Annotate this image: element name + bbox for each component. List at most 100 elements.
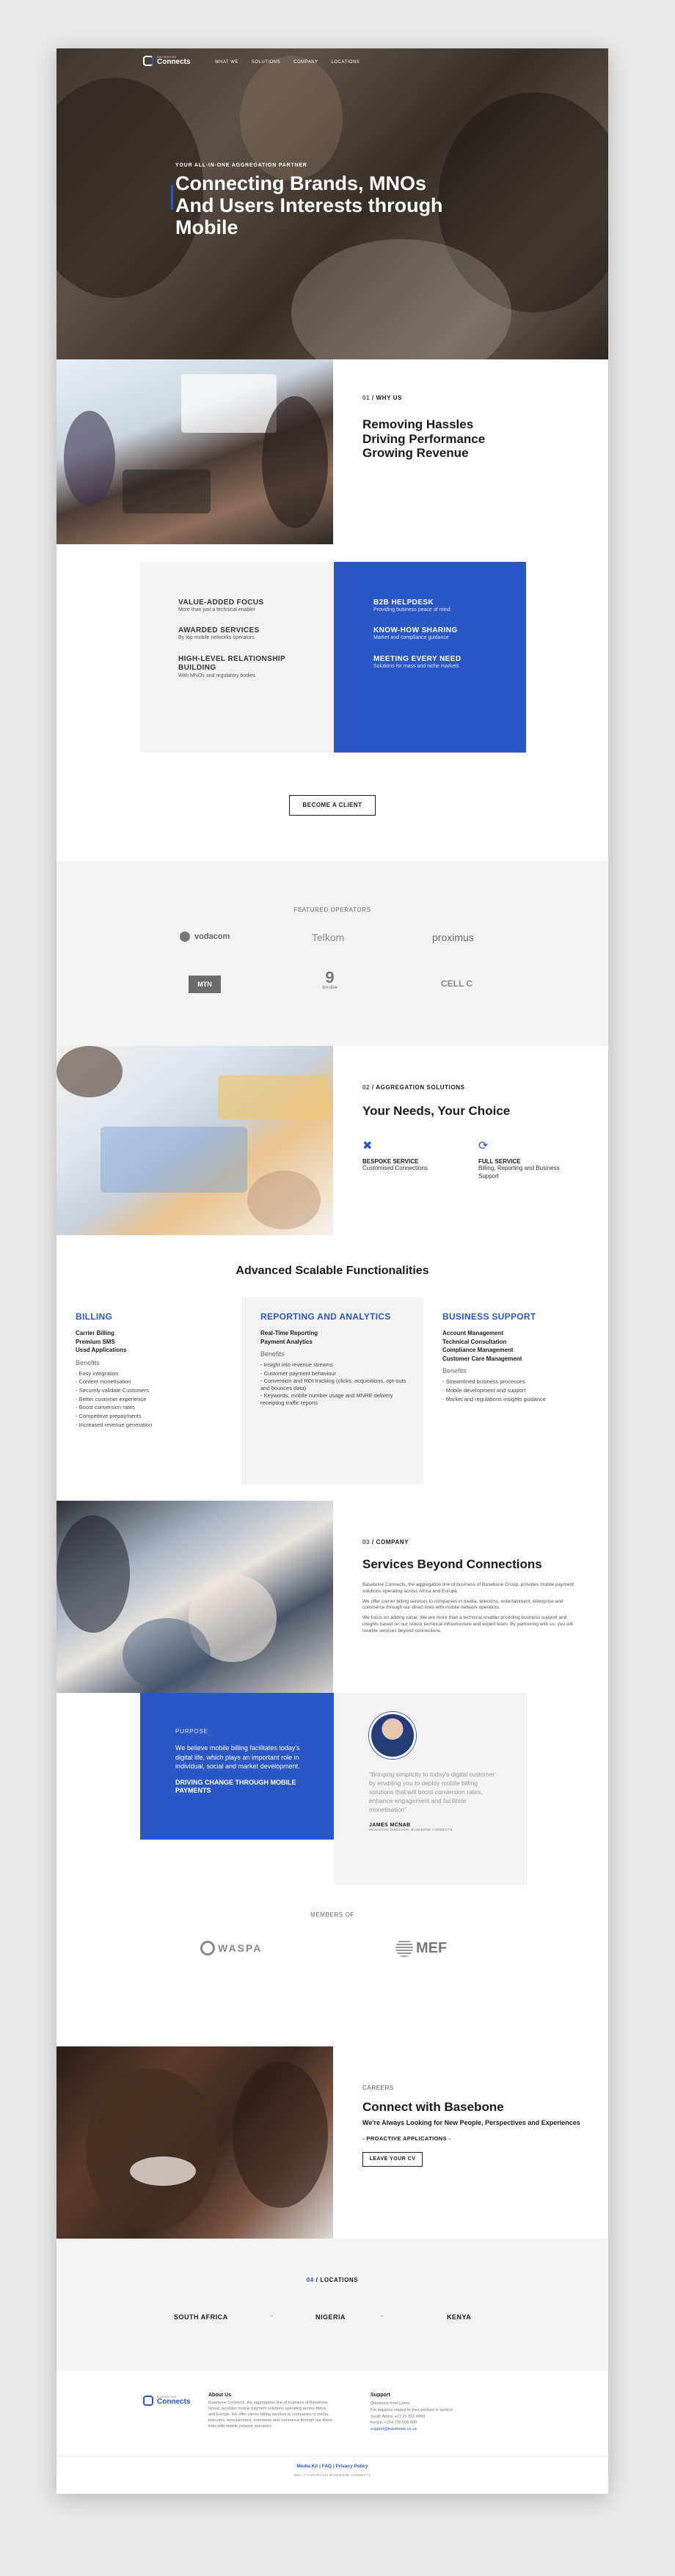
operator-name: vodacom (194, 932, 230, 941)
support-phone[interactable]: South Africa: +27 21 001 0000 (371, 2414, 503, 2421)
solution-title: BESPOKE SERVICE (362, 1158, 419, 1165)
footer-logo[interactable]: BASEBONE Connects (143, 2396, 191, 2406)
locations-label: / LOCATIONS (313, 2277, 359, 2283)
solutions-title: Your Needs, Your Choice (362, 1104, 511, 1118)
benefit-item: - Better customer experience (76, 1395, 147, 1402)
benefit-item: - Insight into revenue streams (260, 1361, 333, 1369)
support-phone[interactable]: Kenya: +254 700 000 000 (371, 2420, 503, 2426)
purpose-label: PURPOSE (175, 1728, 208, 1735)
purpose-text: We believe mobile billing facilitates to… (175, 1744, 300, 1771)
benefit-item: - Content monetisation (76, 1378, 131, 1386)
locations-eyebrow: 04 / LOCATIONS (56, 2277, 608, 2283)
billing-column: BILLING Carrier Billing Premium SMS Ussd… (56, 1297, 241, 1485)
locations-section: 04 / LOCATIONS SOUTH AFRICA - NIGERIA - … (56, 2239, 608, 2371)
company-paragraph: We focus on adding value. We are more th… (362, 1615, 573, 1633)
column-title: BILLING (76, 1311, 113, 1322)
solution-title: FULL SERVICE (478, 1158, 521, 1165)
footer: BASEBONE Connects About Us Basebone Conn… (56, 2371, 608, 2494)
careers-text: CAREERS Connect with Basebone We're Alwa… (362, 2085, 583, 2167)
value-item: VALUE-ADDED FOCUS More than just a techn… (178, 599, 334, 613)
nav-item-company[interactable]: COMPANY (293, 60, 318, 65)
company-text: 03 / COMPANY Services Beyond Connections… (362, 1539, 575, 1634)
solution-item-bespoke: ✖ BESPOKE SERVICE Customised Connections (362, 1141, 450, 1181)
value-item: B2B HELPDESK Providing business peace of… (373, 599, 526, 613)
benefits-list: - Streamlined business processes - Mobil… (442, 1377, 608, 1403)
nav-item-solutions[interactable]: SOLUTIONS (252, 60, 280, 65)
operators-heading: FEATURED OPERATORS (293, 907, 371, 913)
waspa-icon (200, 1941, 215, 1955)
careers-tagline: - PROACTIVE APPLICATIONS - (362, 2134, 451, 2142)
nav-item-what-we[interactable]: WHAT WE (215, 60, 238, 65)
company-number: 03 (362, 1539, 371, 1545)
feature-item: Carrier Billing (76, 1330, 114, 1336)
benefits-label: Benefits (442, 1367, 467, 1375)
member-logo-waspa: WASPA (200, 1941, 262, 1955)
value-title: B2B HELPDESK (373, 599, 434, 607)
benefit-item: - Mobile development and support (442, 1387, 526, 1394)
location-south-africa[interactable]: SOUTH AFRICA (174, 2313, 228, 2321)
why-us-eyebrow: 01 / WHY US (362, 395, 485, 401)
hero-section: BASEBONE Connects WHAT WE SOLUTIONS COMP… (56, 48, 608, 359)
solutions-text: 02 / AGGREGATION SOLUTIONS Your Needs, Y… (362, 1084, 566, 1181)
solutions-eyebrow: 02 / AGGREGATION SOLUTIONS (362, 1084, 566, 1091)
location-nigeria[interactable]: NIGERIA (315, 2313, 346, 2321)
solutions-items: ✖ BESPOKE SERVICE Customised Connections… (362, 1141, 566, 1181)
solutions-label: / AGGREGATION SOLUTIONS (370, 1084, 465, 1091)
careers-section: CAREERS Connect with Basebone We're Alwa… (56, 2046, 608, 2239)
company-eyebrow: 03 / COMPANY (362, 1539, 575, 1545)
why-us-title-line-1: Removing Hassles (362, 417, 474, 431)
feature-item: Technical Consultation (442, 1338, 507, 1345)
solution-desc: Customised Connections (362, 1165, 428, 1171)
operator-logo-mtn: MTN (189, 976, 221, 993)
operator-logo-9mobile: 9 9mobile (322, 970, 338, 991)
feature-item: Payment Analytics (260, 1338, 313, 1345)
brand-logo[interactable]: BASEBONE Connects (143, 56, 191, 66)
feature-list: Carrier Billing Premium SMS Ussd Applica… (76, 1329, 241, 1355)
solution-desc: Billing, Reporting and Business Support (478, 1165, 560, 1179)
location-kenya[interactable]: KENYA (447, 2313, 471, 2321)
become-client-button[interactable]: BECOME A CLIENT (289, 795, 376, 816)
benefit-item: - Securely validate Customers (76, 1387, 150, 1394)
purpose-panel: PURPOSE We believe mobile billing facili… (140, 1693, 334, 1840)
members-section: MEMBERS OF WASPA MEF (56, 1911, 608, 2007)
quote-role: MANAGING DIRECTOR, BASEBONE CONNECTS (369, 1828, 453, 1832)
feature-item: Compliance Management (442, 1347, 514, 1354)
support-email-link[interactable]: support@basebone.co.za (371, 2426, 503, 2433)
why-us-label: / WHY US (370, 395, 403, 401)
value-desc: Market and compliance guidance (373, 635, 449, 641)
value-desc: By top mobile networks operators (178, 635, 255, 641)
solution-item-full: ⟳ FULL SERVICE Billing, Reporting and Bu… (478, 1141, 566, 1181)
careers-subtitle: We're Always Looking for New People, Per… (362, 2119, 580, 2126)
team-photo (56, 1501, 333, 1693)
functionalities-section: Advanced Scalable Functionalities BILLIN… (56, 1235, 608, 1504)
company-section: 03 / COMPANY Services Beyond Connections… (56, 1501, 608, 1885)
footer-bottom: Media Kit | FAQ | Privacy Policy 2021 © … (56, 2456, 608, 2494)
benefit-item: - Boost conversion rates (76, 1404, 135, 1411)
solutions-number: 02 (362, 1084, 371, 1091)
feature-item: Premium SMS (76, 1338, 115, 1345)
benefit-item: - Convention and ROI tracking (clicks, a… (260, 1377, 406, 1392)
values-section: VALUE-ADDED FOCUS More than just a techn… (56, 562, 608, 816)
hero-title: Connecting Brands, MNOs And Users Intere… (175, 172, 498, 239)
main-nav: WHAT WE SOLUTIONS COMPANY LOCATIONS (215, 60, 360, 65)
careers-eyebrow: CAREERS (362, 2085, 394, 2091)
value-item: MEETING EVERY NEED Solutions for mass an… (373, 655, 484, 670)
value-title: AWARDED SERVICES (178, 626, 260, 635)
meeting-photo (56, 359, 333, 544)
locations-number: 04 (306, 2277, 314, 2283)
solutions-section: 02 / AGGREGATION SOLUTIONS Your Needs, Y… (56, 1046, 608, 1235)
why-us-title-line-2: Driving Performance (362, 431, 486, 446)
location-separator: - (271, 2312, 273, 2319)
why-us-number: 01 (362, 395, 371, 401)
brand-name: Connects (157, 2398, 191, 2406)
footer-links[interactable]: Media Kit | FAQ | Privacy Policy (56, 2464, 608, 2469)
feature-list: Real-Time Reporting Payment Analytics (260, 1329, 423, 1346)
benefit-item: - Customer payment behaviour (260, 1369, 336, 1377)
mef-icon (395, 1939, 413, 1957)
operator-logo-cellc: CELL C (441, 978, 473, 989)
leave-cv-button[interactable]: LEAVE YOUR CV (362, 2151, 423, 2167)
logo-mark-icon (143, 2396, 153, 2406)
tools-icon: ✖ (362, 1140, 373, 1152)
quote-name: JAMES MCNAB (369, 1823, 411, 1829)
nav-item-locations[interactable]: LOCATIONS (332, 60, 360, 65)
